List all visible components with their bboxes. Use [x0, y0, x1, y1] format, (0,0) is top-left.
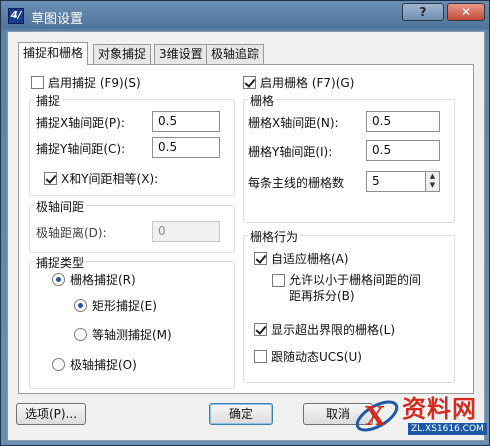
major-lines-input[interactable]: 5	[366, 171, 426, 192]
snap-group-title: 捕捉	[34, 92, 63, 109]
rect-snap-radio[interactable]: 矩形捕捉(E)	[74, 297, 157, 314]
snap-x-input[interactable]: 0.5	[152, 111, 220, 132]
grid-snap-radio[interactable]: 栅格捕捉(R)	[52, 271, 136, 288]
watermark-url: ZL.XS1616.COM	[408, 423, 487, 435]
equal-spacing-label: X和Y间距相等(X):	[61, 172, 159, 186]
grid-x-label: 栅格X轴间距(N):	[248, 116, 339, 130]
grid-snap-dot[interactable]	[52, 273, 65, 286]
rect-snap-label: 矩形捕捉(E)	[92, 299, 157, 313]
adaptive-grid-label: 自适应栅格(A)	[271, 252, 349, 266]
grid-snap-label: 栅格捕捉(R)	[70, 273, 136, 287]
follow-ucs-box[interactable]	[254, 350, 267, 363]
snap-type-group-title: 捕捉类型	[34, 254, 87, 271]
grid-y-label: 栅格Y轴间距(I):	[248, 145, 333, 159]
ok-button[interactable]: 确定	[209, 403, 273, 425]
enable-snap-checkbox[interactable]: 启用捕捉 (F9)(S)	[31, 74, 141, 91]
snap-group: 捕捉 捕捉X轴间距(P): 0.5 捕捉Y轴间距(C): 0.5 X和Y间距相等…	[29, 92, 235, 196]
polar-group: 极轴间距 极轴距离(D): 0	[29, 198, 235, 253]
subdivide-checkbox[interactable]: 允许以小于栅格间距的间 距再拆分(B)	[272, 272, 421, 304]
tab-polar-tracking[interactable]: 极轴追踪	[206, 44, 265, 64]
grid-y-input[interactable]: 0.5	[366, 140, 440, 161]
polar-snap-label: 极轴捕捉(O)	[70, 358, 137, 372]
subdivide-label-line2: 距再拆分(B)	[289, 289, 355, 303]
watermark: X 资料网 ZL.XS1616.COM	[352, 387, 488, 445]
iso-snap-dot[interactable]	[74, 328, 87, 341]
subdivide-label-line1: 允许以小于栅格间距的间	[289, 273, 422, 287]
help-button[interactable]: ?	[402, 3, 444, 21]
grid-x-input[interactable]: 0.5	[366, 111, 440, 132]
tab-3d-settings[interactable]: 3维设置	[154, 44, 208, 64]
equal-spacing-checkbox[interactable]: X和Y间距相等(X):	[44, 170, 158, 187]
follow-ucs-label: 跟随动态UCS(U)	[271, 350, 362, 364]
grid-behavior-group: 栅格行为 自适应栅格(A) 允许以小于栅格间距的间 距再拆分(B) 显示超出界限…	[243, 228, 455, 383]
subdivide-box[interactable]	[272, 274, 285, 287]
polar-snap-radio[interactable]: 极轴捕捉(O)	[52, 356, 137, 373]
rect-snap-dot[interactable]	[74, 299, 87, 312]
tab-object-snap[interactable]: 对象捕捉	[93, 44, 152, 64]
equal-spacing-box[interactable]	[44, 172, 57, 185]
watermark-text: 资料网	[402, 395, 477, 423]
title-bar[interactable]: 4/ 草图设置 ? ✕	[1, 1, 489, 31]
beyond-limits-box[interactable]	[254, 323, 267, 336]
snap-x-label: 捕捉X轴间距(P):	[36, 116, 125, 130]
dialog-client: 捕捉和栅格 对象捕捉 3维设置 极轴追踪 启用捕捉 (F9)(S) 捕捉 捕捉X…	[7, 31, 485, 441]
grid-behavior-group-title: 栅格行为	[248, 228, 301, 245]
enable-snap-label: 启用捕捉 (F9)(S)	[48, 76, 141, 90]
spin-up-icon[interactable]: ▲	[426, 172, 439, 181]
options-button[interactable]: 选项(P)...	[16, 403, 86, 425]
snap-y-label: 捕捉Y轴间距(C):	[36, 142, 126, 156]
grid-group: 栅格 栅格X轴间距(N): 0.5 栅格Y轴间距(I): 0.5 每条主线的栅格…	[243, 92, 455, 223]
adaptive-grid-box[interactable]	[254, 252, 267, 265]
snap-type-group: 捕捉类型 栅格捕捉(R) 矩形捕捉(E) 等轴测捕捉(M) 极轴捕捉(O)	[29, 254, 235, 389]
polar-distance-label: 极轴距离(D):	[36, 226, 107, 240]
iso-snap-radio[interactable]: 等轴测捕捉(M)	[74, 326, 172, 343]
watermark-logo-icon: X	[355, 400, 399, 432]
polar-distance-input[interactable]: 0	[152, 221, 220, 242]
snap-grid-panel: 启用捕捉 (F9)(S) 捕捉 捕捉X轴间距(P): 0.5 捕捉Y轴间距(C)…	[18, 64, 474, 394]
follow-ucs-checkbox[interactable]: 跟随动态UCS(U)	[254, 348, 362, 365]
polar-snap-dot[interactable]	[52, 358, 65, 371]
polar-group-title: 极轴间距	[34, 198, 87, 215]
beyond-limits-checkbox[interactable]: 显示超出界限的栅格(L)	[254, 321, 395, 338]
enable-grid-label: 启用栅格 (F7)(G)	[260, 76, 355, 90]
major-lines-spinner[interactable]: ▲ ▼	[426, 171, 440, 192]
grid-group-title: 栅格	[248, 92, 277, 109]
tab-snap-grid[interactable]: 捕捉和栅格	[18, 42, 89, 65]
enable-grid-checkbox[interactable]: 启用栅格 (F7)(G)	[243, 74, 354, 91]
iso-snap-label: 等轴测捕捉(M)	[92, 328, 172, 342]
close-button[interactable]: ✕	[447, 3, 485, 21]
app-icon: 4/	[8, 8, 24, 24]
enable-grid-box[interactable]	[243, 76, 256, 89]
svg-text:X: X	[365, 402, 386, 432]
enable-snap-box[interactable]	[31, 76, 44, 89]
dialog-window: 4/ 草图设置 ? ✕ 捕捉和栅格 对象捕捉 3维设置 极轴追踪 启用捕捉 (F…	[0, 0, 490, 446]
subdivide-label: 允许以小于栅格间距的间 距再拆分(B)	[289, 272, 421, 304]
snap-y-input[interactable]: 0.5	[152, 137, 220, 158]
adaptive-grid-checkbox[interactable]: 自适应栅格(A)	[254, 250, 349, 267]
window-title: 草图设置	[31, 12, 84, 27]
spin-down-icon[interactable]: ▼	[426, 181, 439, 190]
major-lines-label: 每条主线的栅格数	[248, 176, 345, 190]
beyond-limits-label: 显示超出界限的栅格(L)	[271, 323, 396, 337]
